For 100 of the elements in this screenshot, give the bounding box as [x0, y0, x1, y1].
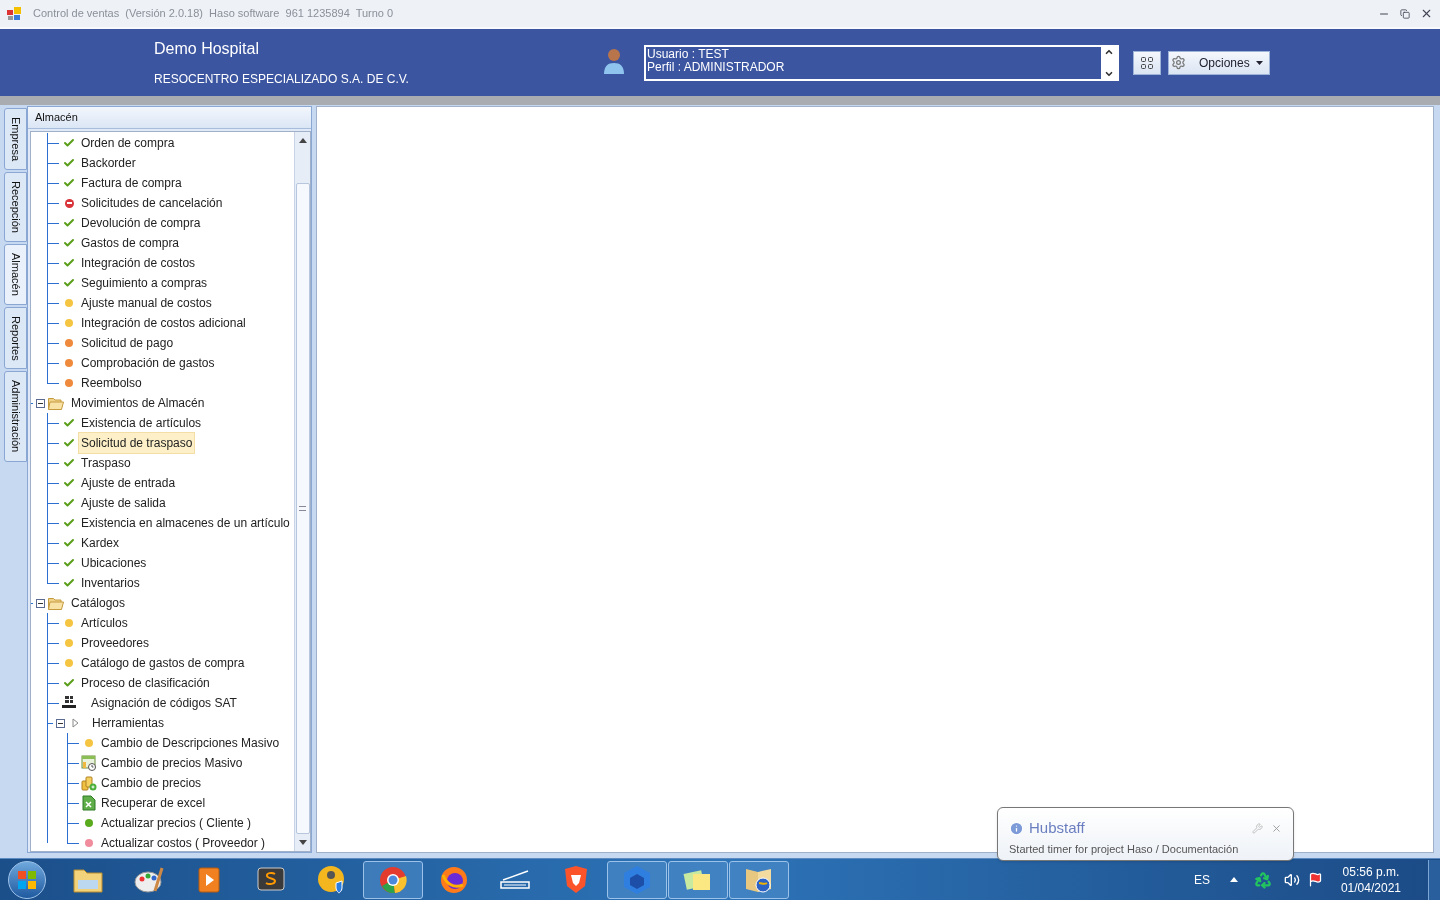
tree-folder[interactable]: Catálogos: [69, 594, 128, 612]
taskbar-app[interactable]: [729, 860, 789, 899]
check-icon: [63, 157, 75, 169]
clock-date: 01/04/2021: [1340, 879, 1401, 896]
tree-item[interactable]: Actualizar costos ( Proveedor ): [98, 832, 269, 851]
tree-item[interactable]: Ajuste manual de costos: [78, 292, 215, 314]
start-button[interactable]: [8, 860, 46, 899]
tree-item[interactable]: Comprobación de gastos: [78, 352, 218, 374]
tree-item[interactable]: Devolución de compra: [78, 212, 204, 234]
notification-message: Started timer for project Haso / Documentación: [1009, 841, 1240, 857]
windows-logo-icon: [17, 869, 37, 890]
tree-item[interactable]: Integración de costos adicional: [78, 312, 249, 334]
options-button[interactable]: Opciones: [1168, 50, 1270, 75]
check-icon: [63, 497, 75, 509]
tree-item[interactable]: Ajuste de entrada: [78, 472, 179, 494]
check-icon: [63, 577, 75, 589]
tree-item[interactable]: Traspaso: [78, 452, 134, 474]
tree-item[interactable]: Integración de costos: [78, 252, 199, 274]
restore-button[interactable]: [1400, 8, 1410, 19]
volume-icon[interactable]: [1283, 871, 1300, 888]
show-desktop-button[interactable]: [1428, 859, 1440, 900]
tree-item[interactable]: Reembolso: [78, 372, 145, 394]
company-name: Demo Hospital: [154, 39, 260, 59]
spreadsheet-icon: [82, 795, 96, 811]
tree-item[interactable]: Solicitud de pago: [78, 332, 177, 354]
grid-icon: [1141, 56, 1153, 69]
show-hidden-icons[interactable]: [1229, 877, 1238, 882]
taskbar-app[interactable]: [363, 860, 423, 899]
flag-icon[interactable]: [1307, 872, 1323, 887]
tree-folder[interactable]: Movimientos de Almacén: [69, 394, 207, 412]
check-icon: [63, 457, 75, 469]
lion-shield-icon: [562, 864, 590, 895]
tree-item[interactable]: Actualizar precios ( Cliente ): [98, 812, 255, 834]
check-icon: [63, 417, 75, 429]
tree-item[interactable]: Cambio de precios: [98, 772, 205, 794]
tree-item[interactable]: Ubicaciones: [78, 552, 150, 574]
check-icon: [63, 137, 75, 149]
check-icon: [63, 557, 75, 569]
side-tab[interactable]: Almacén: [4, 244, 27, 305]
collapse-toggle[interactable]: [56, 718, 65, 728]
tree-item[interactable]: Cambio de Descripciones Masivo: [98, 732, 283, 754]
triangle-icon: [72, 718, 80, 728]
tree-item[interactable]: Ajuste de salida: [78, 492, 169, 514]
timer-tray-icon[interactable]: [1253, 870, 1272, 889]
check-icon: [63, 257, 75, 269]
side-tab[interactable]: Administración: [4, 371, 27, 462]
collapse-toggle[interactable]: [36, 598, 45, 608]
check-icon: [63, 677, 75, 689]
tree-item[interactable]: Gastos de compra: [78, 232, 183, 254]
scanner-icon: [498, 867, 532, 892]
tree-item[interactable]: Asignación de códigos SAT: [88, 692, 240, 714]
language-indicator[interactable]: ES: [1193, 870, 1210, 889]
close-button[interactable]: [1420, 7, 1433, 20]
sat-logo-icon: [61, 696, 77, 710]
window-title: Control de ventas (Versión 2.0.18) Haso software 961 1235894 Turno 0: [33, 6, 394, 22]
scrollbar[interactable]: [294, 132, 310, 851]
check-icon: [63, 217, 75, 229]
notification-title: Hubstaff: [1029, 818, 1085, 838]
side-tab[interactable]: Empresa: [4, 108, 27, 171]
blocked-icon: [64, 198, 74, 208]
tree-item[interactable]: Inventarios: [78, 572, 143, 594]
tree-item[interactable]: Catálogo de gastos de compra: [78, 652, 248, 674]
scroll-spinner[interactable]: [1101, 46, 1117, 79]
tree-item[interactable]: Solicitud de traspaso: [78, 432, 196, 454]
check-icon: [63, 177, 75, 189]
side-tab[interactable]: Reportes: [4, 306, 27, 370]
scroll-up-icon[interactable]: [298, 138, 307, 143]
tree-item[interactable]: Orden de compra: [78, 132, 178, 154]
company-subtitle: RESOCENTRO ESPECIALIZADO S.A. DE C.V.: [154, 71, 410, 88]
tree-item[interactable]: Recuperar de excel: [98, 792, 209, 814]
app-logo-icon: [7, 6, 21, 21]
user-info-field[interactable]: Usuario : TEST Perfil : ADMINISTRADOR: [644, 44, 1119, 81]
fox-browser-icon: [439, 864, 469, 895]
gear-icon: [1171, 55, 1186, 70]
tree-item[interactable]: Factura de compra: [78, 172, 185, 194]
tree-item[interactable]: Cambio de precios Masivo: [98, 752, 246, 774]
folder-icon: [48, 396, 64, 410]
taskbar-app[interactable]: [668, 860, 728, 899]
folder-icon: [48, 596, 64, 610]
clock-time: 05:56 p.m.: [1342, 863, 1400, 880]
tree-item[interactable]: Proceso de clasificación: [78, 672, 213, 694]
info-icon: [1009, 820, 1024, 836]
play-icon: [197, 865, 223, 894]
tree-item[interactable]: Artículos: [78, 612, 131, 634]
check-icon: [63, 477, 75, 489]
side-tab[interactable]: Recepción: [4, 172, 27, 242]
grid-view-button[interactable]: [1133, 50, 1161, 75]
tree-item[interactable]: Seguimiento a compras: [78, 272, 211, 294]
tree-item[interactable]: Solicitudes de cancelación: [78, 192, 226, 214]
tree-item[interactable]: Herramientas: [89, 712, 168, 734]
coins-icon: [81, 775, 97, 791]
scroll-down-icon[interactable]: [298, 840, 307, 845]
panel-title: Almacén: [35, 110, 78, 126]
collapse-toggle[interactable]: [36, 398, 45, 408]
tree-item[interactable]: Existencia en almacenes de un artículo: [78, 512, 293, 534]
tree-item[interactable]: Existencia de artículos: [78, 412, 205, 434]
tree-item[interactable]: Backorder: [78, 152, 139, 174]
taskbar-app[interactable]: [607, 860, 667, 899]
tree-item[interactable]: Proveedores: [78, 632, 153, 654]
tree-item[interactable]: Kardex: [78, 532, 123, 554]
